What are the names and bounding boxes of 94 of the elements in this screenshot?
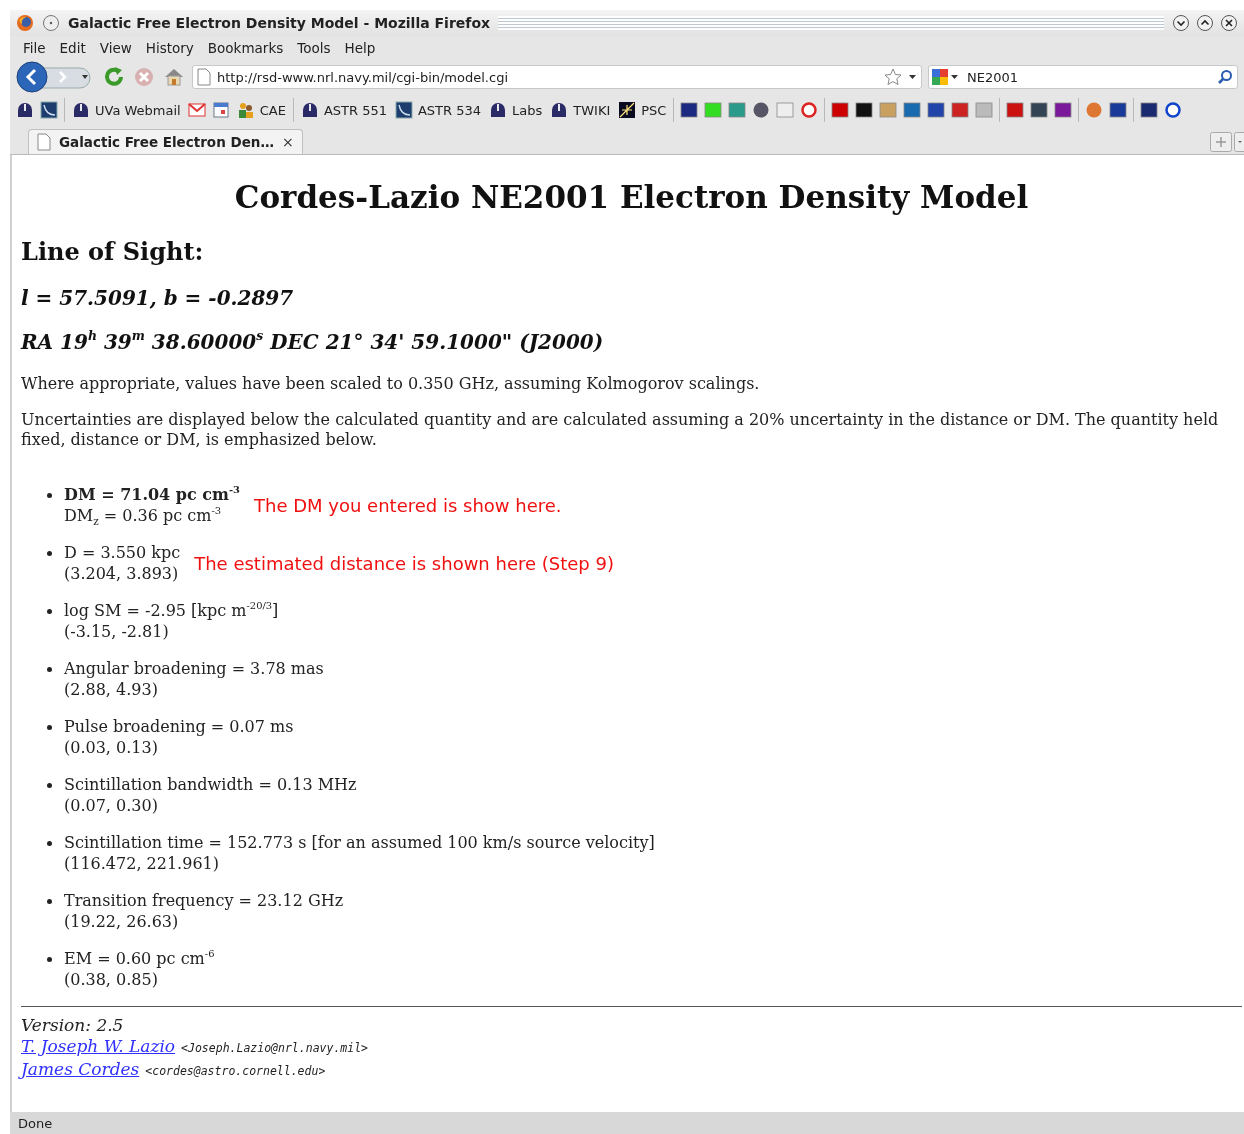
result-range: (116.472, 221.961) bbox=[64, 853, 220, 874]
observatory-icon bbox=[300, 101, 319, 119]
bookmark-icon[interactable] bbox=[1054, 101, 1073, 119]
menu-item[interactable]: View bbox=[92, 38, 139, 58]
author-link[interactable]: T. Joseph W. Lazio bbox=[21, 1036, 176, 1056]
menu-item[interactable]: Help bbox=[337, 38, 383, 58]
menu-item[interactable]: History bbox=[138, 38, 201, 58]
coordinates-heading: RA 19$^{h}$ 39$^{m}$ 38.60000$^{s}$ DEC 21° 34' 59.1000" (J2000) bbox=[21, 330, 605, 354]
menu-item[interactable]: Tools bbox=[290, 38, 338, 58]
email-text: <Joseph.Lazio@nrl.navy.mil> bbox=[181, 1041, 369, 1055]
window-menu-icon bbox=[42, 14, 60, 32]
search-engine-icon bbox=[932, 69, 948, 85]
result-range: (0.38, 0.85) bbox=[64, 969, 159, 990]
bookmark-link[interactable]: CAE bbox=[235, 99, 287, 121]
dropdown-icon bbox=[909, 75, 916, 79]
search-field[interactable]: NE2001 bbox=[928, 65, 1238, 89]
new-tab-icon bbox=[1210, 132, 1232, 152]
dish-icon[interactable] bbox=[40, 101, 58, 119]
result-value: log SM = -2.95 [kpc m$^{-20/3}$] bbox=[64, 600, 279, 621]
address-bar[interactable]: http://rsd-www.nrl.navy.mil/cgi-bin/model.cgi bbox=[192, 65, 922, 89]
annotation-text: The DM you entered is show here. bbox=[254, 494, 562, 516]
bullet-icon bbox=[47, 493, 52, 498]
result-range: (0.03, 0.13) bbox=[64, 737, 159, 758]
note-text: Uncertainties are displayed below the calculated quantity and are calculated assuming a 20% uncertainty in the distance or DM. The quantity held fixed, distance or DM, is emphasized below. bbox=[21, 410, 1220, 450]
page-title: Cordes-Lazio NE2001 Electron Density Model bbox=[233, 179, 1030, 215]
menu-item[interactable]: Bookmarks bbox=[200, 38, 291, 58]
result-value: Scintillation bandwidth = 0.13 MHz bbox=[64, 774, 357, 795]
bullet-icon bbox=[47, 609, 52, 614]
result-value: DM = 71.04 pc cm$^{-3}$ bbox=[64, 484, 240, 505]
annotation-text: The estimated distance is shown here (Step 9) bbox=[194, 552, 614, 574]
email-text: <cordes@astro.cornell.edu> bbox=[145, 1064, 326, 1078]
observatory-icon[interactable] bbox=[16, 101, 34, 119]
observatory-icon bbox=[72, 101, 90, 119]
bullet-icon bbox=[47, 725, 52, 730]
result-range: (-3.15, -2.81) bbox=[64, 621, 170, 642]
coordinates-heading: l = 57.5091, b = -0.2897 bbox=[21, 286, 295, 310]
result-value: Transition frequency = 23.12 GHz bbox=[64, 890, 344, 911]
bookmark-icon[interactable] bbox=[1140, 101, 1159, 119]
bookmark-link[interactable]: TWIKI bbox=[549, 99, 612, 121]
dish-icon bbox=[394, 101, 413, 119]
section-heading: Line of Sight: bbox=[21, 237, 205, 266]
bookmark-icon[interactable] bbox=[1030, 101, 1049, 119]
calendar-icon[interactable] bbox=[211, 101, 230, 119]
observatory-icon bbox=[550, 101, 569, 119]
result-value: Angular broadening = 3.78 mas bbox=[64, 658, 324, 679]
bullet-icon bbox=[47, 667, 52, 672]
window-title: Galactic Free Electron Density Model - Mozilla Firefox bbox=[68, 15, 491, 31]
browser-tab[interactable]: Galactic Free Electron Den… × bbox=[28, 129, 303, 154]
result-value: D = 3.550 kpc bbox=[64, 542, 181, 563]
stop-icon bbox=[132, 65, 156, 89]
maximize-icon bbox=[1196, 14, 1214, 32]
bookmark-link[interactable]: UVa Webmail bbox=[71, 99, 182, 121]
status-text: Done bbox=[18, 1115, 53, 1131]
page-icon bbox=[37, 133, 51, 151]
observatory-icon bbox=[489, 101, 508, 119]
result-value: EM = 0.60 pc cm$^{-6}$ bbox=[64, 948, 215, 969]
people-icon bbox=[236, 101, 255, 119]
page-icon bbox=[197, 68, 211, 86]
bullet-icon bbox=[47, 957, 52, 962]
bullet-icon bbox=[47, 783, 52, 788]
result-range: (19.22, 26.63) bbox=[64, 911, 180, 932]
close-icon bbox=[1220, 14, 1238, 32]
result-range: DM$_{z}$ = 0.36 pc cm$^{-3}$ bbox=[64, 505, 223, 526]
starfield-icon bbox=[618, 101, 637, 119]
result-range: (0.07, 0.30) bbox=[64, 795, 159, 816]
menu-item[interactable]: File bbox=[16, 38, 53, 58]
menu-item[interactable]: Edit bbox=[52, 38, 93, 58]
result-value: Pulse broadening = 0.07 ms bbox=[64, 716, 294, 737]
bookmark-link[interactable]: Labs bbox=[488, 99, 544, 121]
star-icon bbox=[883, 67, 903, 87]
tab-close-button[interactable]: × bbox=[281, 134, 294, 150]
bullet-icon bbox=[47, 841, 52, 846]
result-range: (2.88, 4.93) bbox=[64, 679, 159, 700]
bullet-icon bbox=[47, 899, 52, 904]
bookmark-icon[interactable] bbox=[1109, 101, 1128, 119]
result-range: (3.204, 3.893) bbox=[64, 563, 180, 584]
bookmark-icon[interactable] bbox=[680, 101, 699, 119]
bookmark-icon[interactable] bbox=[927, 101, 946, 119]
result-value: Scintillation time = 152.773 s [for an assumed 100 km/s source velocity] bbox=[64, 832, 655, 853]
note-text: Where appropriate, values have been scaled to 0.350 GHz, assuming Kolmogorov scalings. bbox=[21, 374, 761, 394]
bookmark-icon[interactable] bbox=[1164, 101, 1183, 119]
dropdown-icon bbox=[951, 75, 958, 79]
search-icon bbox=[1217, 69, 1233, 85]
version-text: Version: 2.5 bbox=[21, 1015, 125, 1036]
bookmark-icon[interactable] bbox=[855, 101, 874, 119]
bullet-icon bbox=[47, 551, 52, 556]
bookmark-link[interactable]: PSC bbox=[617, 99, 668, 121]
bookmark-link[interactable]: ASTR 534 bbox=[393, 99, 483, 121]
bookmark-link[interactable]: ASTR 551 bbox=[299, 99, 388, 121]
mail-icon[interactable] bbox=[187, 101, 206, 119]
minimize-icon bbox=[1172, 14, 1190, 32]
reload-icon bbox=[102, 65, 126, 89]
firefox-icon bbox=[16, 14, 34, 32]
tab-title: Galactic Free Electron Den… bbox=[59, 134, 274, 150]
